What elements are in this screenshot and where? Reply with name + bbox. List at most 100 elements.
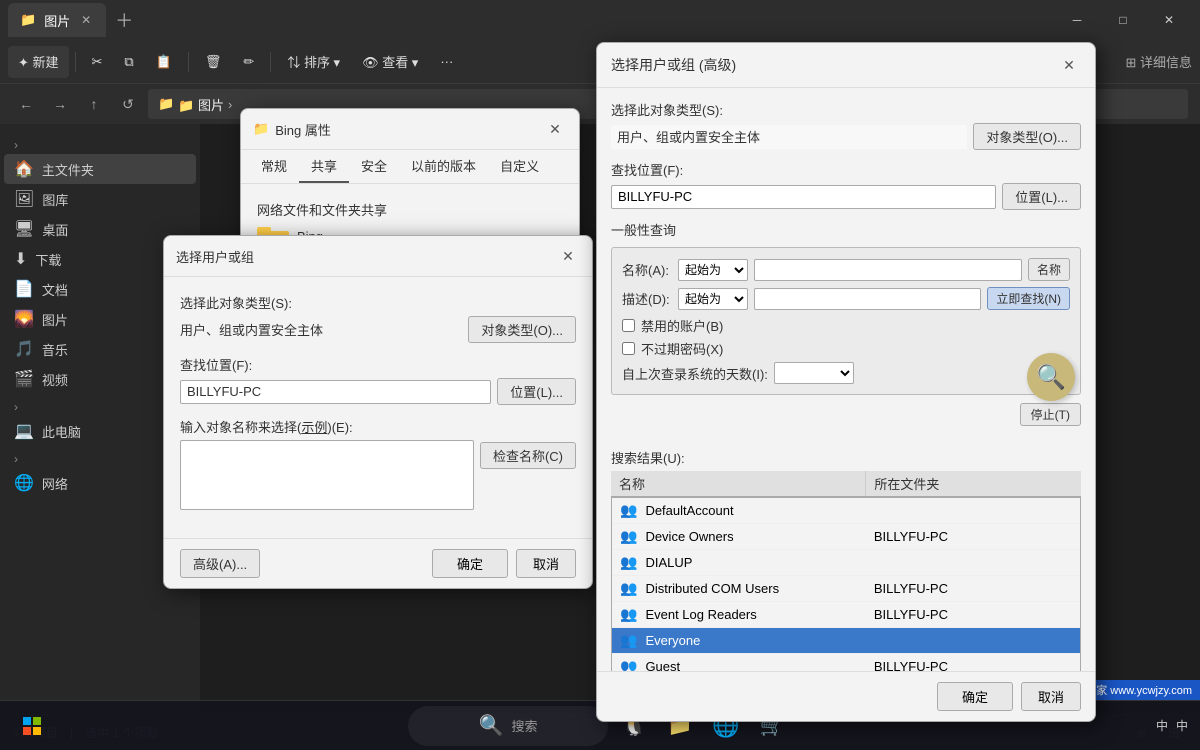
explorer-tab[interactable]: 📁 图片 ✕ [8, 3, 106, 37]
select-user-cancel-btn[interactable]: 取消 [516, 549, 576, 578]
location-field-row: 位置(L)... [180, 378, 576, 405]
name-textarea[interactable] [180, 440, 474, 510]
search-taskbar-icon: 🔍 [479, 713, 504, 738]
stop-btn[interactable]: 停止(T) [1020, 403, 1081, 426]
bing-tab-general[interactable]: 常规 [249, 150, 299, 183]
name-label: 输入对象名称来选择(示例)(E): [180, 417, 576, 436]
bing-dialog-close-btn[interactable]: ✕ [543, 117, 567, 141]
address-label: 📁 图片 [178, 95, 224, 114]
taskbar-lang: 中 [1156, 717, 1168, 734]
object-type-btn[interactable]: 对象类型(O)... [468, 316, 576, 343]
tab-close-btn[interactable]: ✕ [78, 12, 94, 28]
select-user-close-btn[interactable]: ✕ [556, 244, 580, 268]
thispc-icon: 💻 [14, 421, 34, 441]
advanced-btn[interactable]: 高级(A)... [180, 549, 260, 578]
maximize-btn[interactable]: □ [1100, 3, 1146, 37]
desc-query-label: 描述(D): [622, 289, 672, 308]
toolbar-separator-3 [270, 52, 271, 72]
table-row[interactable]: 👥DefaultAccount [612, 498, 1080, 524]
adv-object-type-btn[interactable]: 对象类型(O)... [973, 123, 1081, 150]
sidebar-label-desktop: 桌面 [42, 220, 68, 239]
sidebar-label-home: 主文件夹 [42, 160, 94, 179]
forward-btn[interactable]: → [46, 90, 74, 118]
sidebar-item-home[interactable]: 🏠 主文件夹 [4, 154, 196, 184]
no-expire-pwd-row: 不过期密码(X) [622, 339, 1070, 358]
cut-btn[interactable]: ✂ [82, 46, 113, 78]
adv-cancel-btn[interactable]: 取消 [1021, 682, 1081, 711]
sidebar-item-gallery[interactable]: 🖼 图库 [4, 184, 196, 214]
no-expire-pwd-checkbox[interactable] [622, 342, 635, 355]
name-row: 输入对象名称来选择(示例)(E): 检查名称(C) [180, 417, 576, 510]
disabled-accounts-label: 禁用的账户(B) [641, 316, 723, 335]
paste-btn[interactable]: 📋 [146, 46, 182, 78]
general-query-section: 名称(A): 起始为 名称 描述(D): 起始为 立即查找(N) 禁用的账户(B… [611, 247, 1081, 395]
object-type-display: 用户、组或内置安全主体 [180, 320, 462, 339]
list-column-btn[interactable]: 名称 [1028, 258, 1070, 281]
adv-ok-btn[interactable]: 确定 [937, 682, 1013, 711]
name-query-input[interactable] [754, 259, 1022, 281]
more-btn[interactable]: ··· [430, 46, 463, 78]
search-now-btn[interactable]: 立即查找(N) [987, 287, 1070, 310]
location-btn[interactable]: 位置(L)... [497, 378, 576, 405]
rename-btn[interactable]: ✏ [233, 46, 264, 78]
bing-folder-icon: 📁 [253, 121, 269, 137]
bing-tab-custom[interactable]: 自定义 [488, 150, 551, 183]
taskbar-right: 中 中 [1156, 717, 1188, 734]
select-user-footer: 高级(A)... 确定 取消 [164, 538, 592, 588]
sort-btn[interactable]: ⇅ 排序 ▾ [277, 46, 350, 78]
result-name: 👥Device Owners [612, 526, 866, 547]
desc-query-row: 描述(D): 起始为 立即查找(N) [622, 287, 1070, 310]
new-btn[interactable]: ✦ 新建 [8, 46, 69, 78]
location-input[interactable] [180, 380, 491, 404]
select-user-ok-btn[interactable]: 确定 [432, 549, 508, 578]
search-taskbar-btn[interactable]: 🔍 搜索 [408, 706, 608, 746]
start-btn[interactable] [12, 706, 52, 746]
user-group-icon: 👥 [620, 554, 637, 571]
desc-query-input[interactable] [754, 288, 981, 310]
table-row[interactable]: 👥Distributed COM UsersBILLYFU-PC [612, 576, 1080, 602]
adv-title: 选择用户或组 (高级) [611, 55, 1057, 75]
select-user-title: 选择用户或组 [176, 247, 556, 266]
adv-location-input[interactable] [611, 185, 996, 209]
adv-object-type-field-row: 用户、组或内置安全主体 对象类型(O)... [611, 123, 1081, 150]
refresh-btn[interactable]: ↺ [114, 90, 142, 118]
table-row[interactable]: 👥Device OwnersBILLYFU-PC [612, 524, 1080, 550]
table-row[interactable]: 👥Event Log ReadersBILLYFU-PC [612, 602, 1080, 628]
delete-btn[interactable]: 🗑 [195, 46, 232, 78]
up-btn[interactable]: ↑ [80, 90, 108, 118]
toolbar-separator-2 [188, 52, 189, 72]
name-condition-select[interactable]: 起始为 [678, 259, 748, 281]
new-tab-btn[interactable]: ＋ [110, 6, 138, 34]
result-location: BILLYFU-PC [866, 579, 1080, 598]
result-location: BILLYFU-PC [866, 605, 1080, 624]
view-btn[interactable]: 👁 查看 ▾ [352, 46, 428, 78]
back-btn[interactable]: ← [12, 90, 40, 118]
desc-condition-select[interactable]: 起始为 [678, 288, 748, 310]
sidebar-label-documents: 文档 [42, 280, 68, 299]
search-illustration: 🔍 [1027, 353, 1075, 401]
bing-tab-share[interactable]: 共享 [299, 150, 349, 183]
close-btn[interactable]: ✕ [1146, 3, 1192, 37]
col-name-header: 名称 [611, 471, 866, 496]
copy-btn[interactable]: ⧉ [114, 46, 143, 78]
table-row[interactable]: 👥DIALUP [612, 550, 1080, 576]
table-row[interactable]: 👥Everyone [612, 628, 1080, 654]
network-icon: 🌐 [14, 473, 34, 493]
bing-tab-previous[interactable]: 以前的版本 [399, 150, 488, 183]
bing-tab-security[interactable]: 安全 [349, 150, 399, 183]
name-query-label: 名称(A): [622, 260, 672, 279]
days-select[interactable] [774, 362, 854, 384]
search-results-section: 搜索结果(U): 名称 所在文件夹 👥DefaultAccount👥Device… [611, 448, 1081, 707]
sidebar-section-expand[interactable]: › [4, 132, 196, 154]
minimize-btn[interactable]: ─ [1054, 3, 1100, 37]
results-header: 名称 所在文件夹 [611, 471, 1081, 497]
adv-location-label: 查找位置(F): [611, 160, 1081, 179]
sidebar-label-network: 网络 [42, 474, 68, 493]
stop-btn-area: 停止(T) [611, 403, 1081, 426]
adv-location-btn[interactable]: 位置(L)... [1002, 183, 1081, 210]
disabled-accounts-checkbox[interactable] [622, 319, 635, 332]
check-names-btn[interactable]: 检查名称(C) [480, 442, 576, 469]
adv-close-btn[interactable]: ✕ [1057, 53, 1081, 77]
details-btn[interactable]: ⊞ 详细信息 [1125, 52, 1192, 71]
sidebar-label-videos: 视频 [42, 370, 68, 389]
